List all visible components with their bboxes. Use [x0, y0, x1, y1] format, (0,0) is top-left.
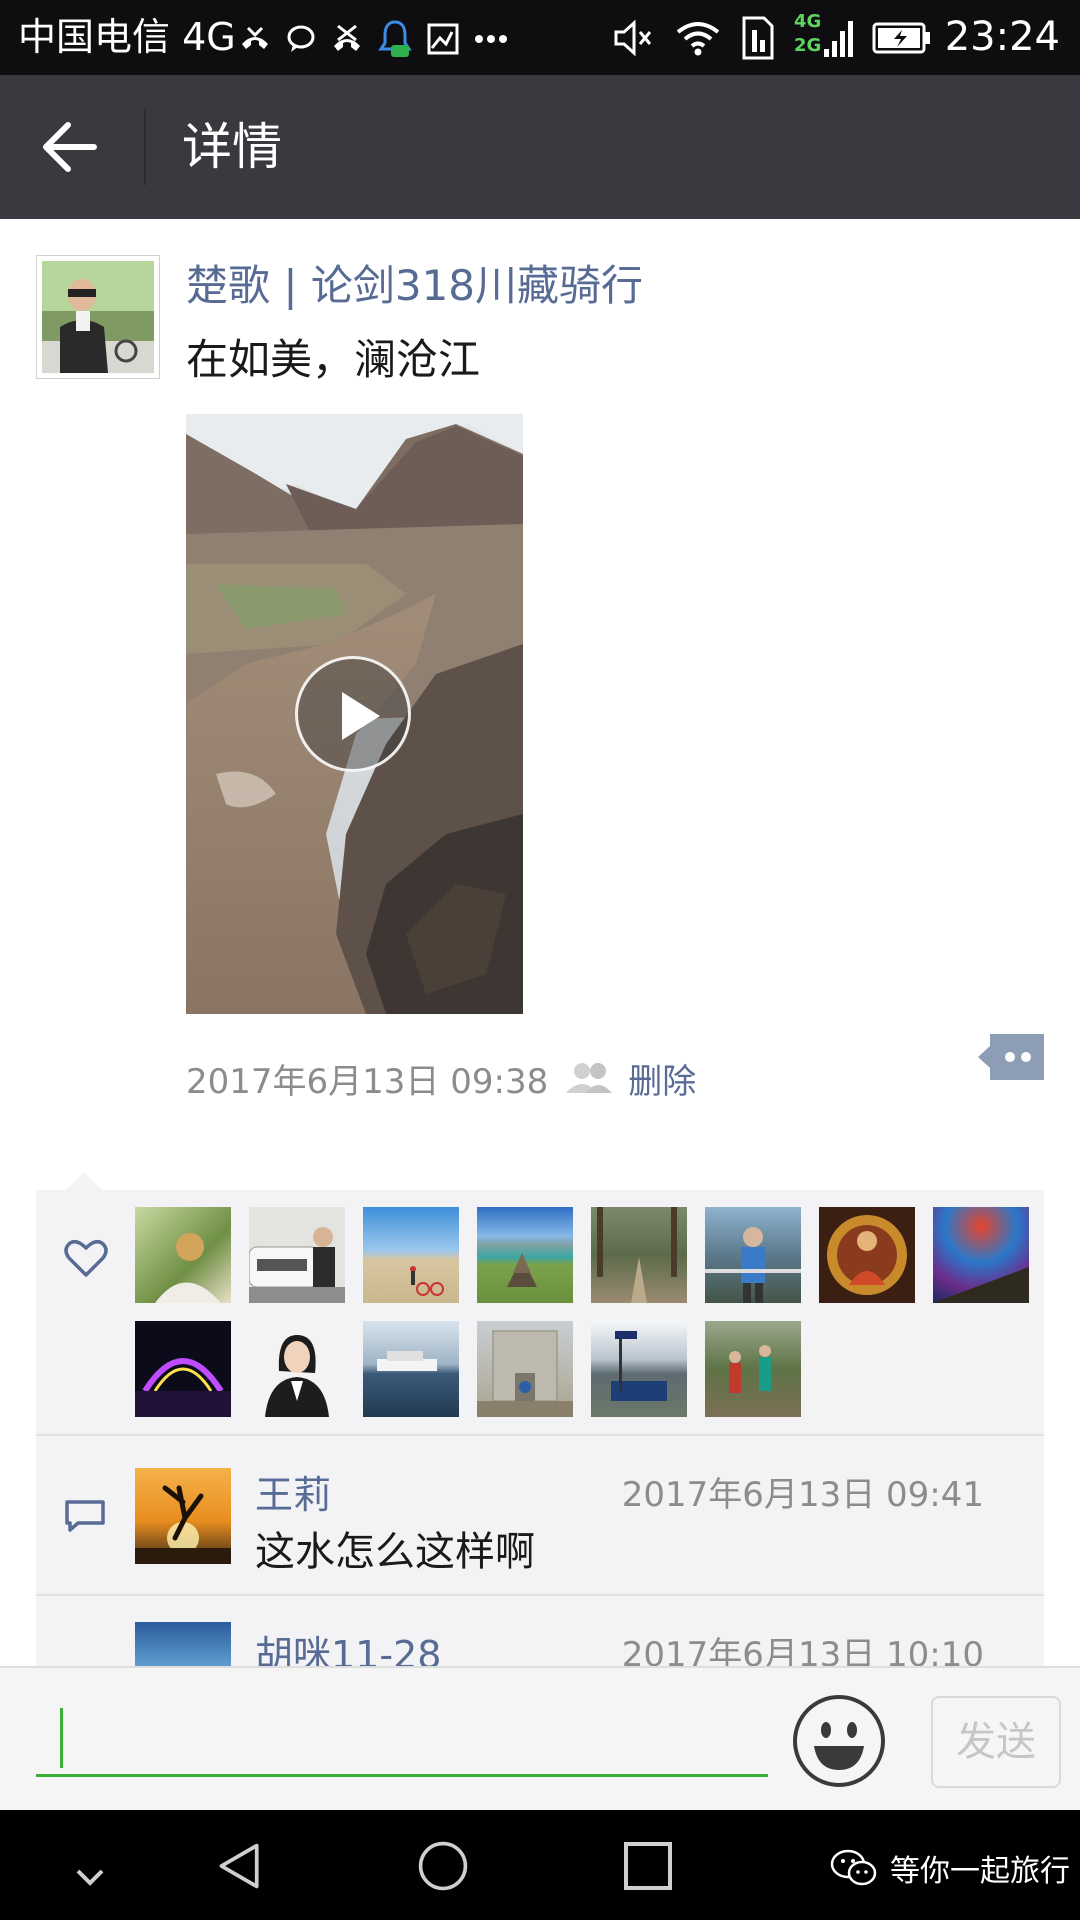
- network-badge: 4G 2G: [794, 11, 854, 63]
- watermark: 等你一起旅行: [830, 1846, 1070, 1890]
- emoji-icon[interactable]: [792, 1694, 886, 1788]
- text-cursor: [60, 1708, 63, 1768]
- visibility-friends-icon[interactable]: [564, 1061, 614, 1095]
- back-arrow-icon[interactable]: [40, 119, 100, 175]
- more-icon[interactable]: [978, 1034, 1044, 1080]
- heart-icon: [64, 1240, 108, 1277]
- liker-avatar[interactable]: [135, 1207, 231, 1303]
- author-avatar[interactable]: [36, 255, 160, 379]
- liker-avatar[interactable]: [249, 1207, 345, 1303]
- liker-avatar[interactable]: [933, 1207, 1029, 1303]
- notification-icons: [238, 14, 508, 64]
- liker-avatar[interactable]: [477, 1321, 573, 1417]
- status-bar: 中国电信 4G 4G 2G 23:24: [0, 0, 1080, 75]
- post-author-name[interactable]: 楚歌 | 论剑318川藏骑行: [186, 258, 643, 314]
- wifi-icon: [676, 22, 720, 56]
- liker-avatar[interactable]: [591, 1207, 687, 1303]
- mute-icon: [614, 19, 652, 57]
- play-icon: [342, 692, 380, 740]
- liker-avatar[interactable]: [705, 1321, 801, 1417]
- post-time: 2017年6月13日 09:38: [186, 1061, 549, 1102]
- chat-bubble-icon: [287, 25, 315, 52]
- battery-icon: [872, 22, 930, 54]
- commenter-avatar[interactable]: [135, 1468, 231, 1564]
- sim-card-icon: [742, 16, 774, 60]
- liker-avatar[interactable]: [477, 1207, 573, 1303]
- post-text: 在如美，澜沧江: [186, 335, 481, 384]
- more-dots-icon: [475, 35, 507, 43]
- network-badge-top: 4G: [794, 11, 822, 32]
- missed-call-2-icon: [334, 24, 360, 51]
- clock: 23:24: [944, 14, 1060, 60]
- system-icons: 4G 2G: [612, 10, 932, 66]
- delete-link[interactable]: 删除: [628, 1054, 696, 1103]
- comment-time: 2017年6月13日 09:41: [621, 1475, 984, 1515]
- author-avatar-image: [42, 261, 154, 373]
- commenter-name[interactable]: 王莉: [255, 1470, 331, 1520]
- comment-separator: [36, 1594, 1044, 1596]
- panel-caret: [66, 1172, 102, 1190]
- likes-section: [36, 1190, 1044, 1434]
- title-divider: [144, 109, 146, 185]
- wechat-official-logo: [830, 1849, 877, 1886]
- liker-avatar[interactable]: [819, 1207, 915, 1303]
- liker-avatar[interactable]: [249, 1321, 345, 1417]
- comment-input-bar: 发送: [0, 1666, 1080, 1810]
- recents-nav-icon[interactable]: [622, 1840, 674, 1892]
- page-title: 详情: [182, 118, 282, 176]
- panel-separator: [36, 1434, 1044, 1436]
- liker-avatar[interactable]: [591, 1321, 687, 1417]
- comment-text[interactable]: 这水怎么这样啊: [255, 1524, 535, 1580]
- comment-input[interactable]: [36, 1704, 768, 1777]
- comment-icon: [65, 1500, 105, 1532]
- watermark-text: 等你一起旅行: [890, 1854, 1070, 1889]
- missed-call-icon: [242, 26, 268, 49]
- carrier-label: 中国电信 4G: [18, 15, 236, 59]
- liker-avatar[interactable]: [363, 1207, 459, 1303]
- app-notification-icon: [378, 20, 412, 57]
- hide-keyboard-icon[interactable]: [70, 1852, 110, 1904]
- liker-avatar[interactable]: [705, 1207, 801, 1303]
- image-icon: [427, 23, 459, 55]
- post-meta: 2017年6月13日 09:38 删除: [186, 1052, 696, 1104]
- send-button[interactable]: 发送: [931, 1696, 1061, 1788]
- liker-avatar[interactable]: [363, 1321, 459, 1417]
- back-nav-icon[interactable]: [212, 1840, 268, 1892]
- interaction-panel: 王莉 2017年6月13日 09:41 这水怎么这样啊 胡咪11-28 2017…: [36, 1190, 1044, 1718]
- signal-icon: [824, 21, 853, 57]
- home-nav-icon[interactable]: [414, 1840, 472, 1892]
- play-button[interactable]: [295, 656, 411, 772]
- network-badge-bottom: 2G: [794, 35, 822, 56]
- title-bar: 详情: [0, 75, 1080, 219]
- liker-avatar[interactable]: [135, 1321, 231, 1417]
